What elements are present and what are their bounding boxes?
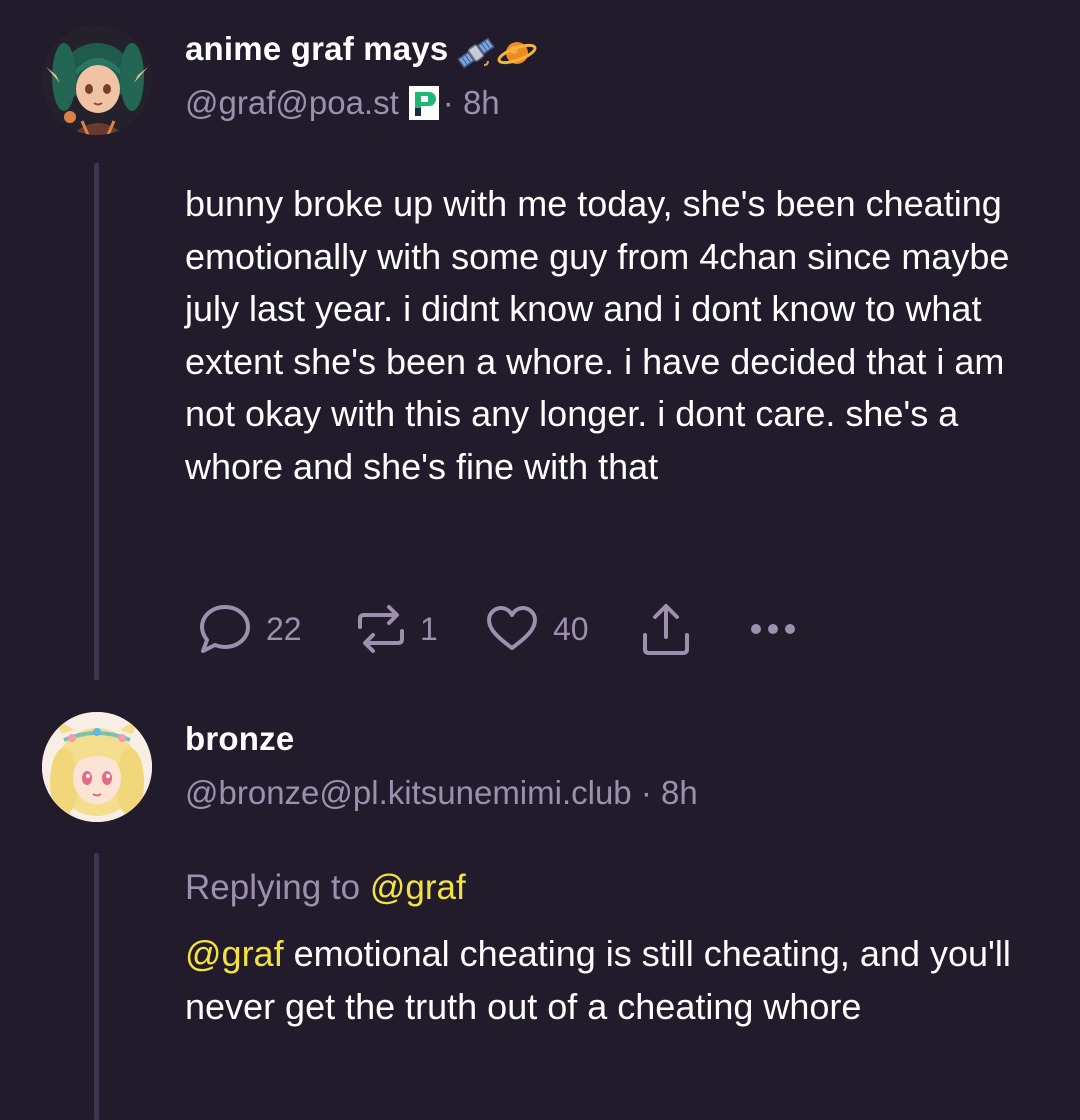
- pleroma-p-icon: [408, 86, 439, 128]
- avatar[interactable]: [42, 712, 152, 822]
- thread-line: [94, 853, 99, 1120]
- status-post: bronze @bronze@pl.kitsunemimi.club · 8h …: [0, 700, 1080, 1120]
- account-handle-row[interactable]: @graf@poa.st · 8h: [185, 84, 500, 128]
- status-content: @graf emotional cheating is still cheati…: [185, 928, 1045, 1033]
- display-name[interactable]: bronze: [185, 720, 294, 758]
- reply-button[interactable]: 22: [198, 601, 302, 657]
- separator-dot: ·: [640, 774, 652, 811]
- status-content: bunny broke up with me today, she's been…: [185, 183, 1010, 487]
- account-handle: @bronze@pl.kitsunemimi.club: [185, 774, 632, 811]
- share-upload-icon: [643, 604, 689, 655]
- share-button[interactable]: [639, 601, 693, 657]
- ringed-planet-emoji-icon: [497, 41, 537, 65]
- more-button[interactable]: [748, 601, 798, 657]
- heart-icon: [487, 606, 537, 650]
- replying-to: Replying to @graf: [185, 868, 466, 908]
- separator-dot: ·: [442, 84, 454, 121]
- like-button[interactable]: 40: [485, 601, 589, 657]
- status-content-text: emotional cheating is still cheating, an…: [185, 933, 1011, 1027]
- speech-bubble-icon: [200, 605, 250, 653]
- mention-link[interactable]: @graf: [185, 933, 284, 974]
- ellipsis-icon: [751, 624, 795, 634]
- boost-count: 1: [420, 610, 438, 647]
- replying-to-mention-link[interactable]: @graf: [370, 868, 466, 907]
- anime-elf-avatar-icon: [42, 25, 152, 135]
- anime-blonde-avatar-icon: [42, 712, 152, 822]
- timestamp[interactable]: 8h: [661, 774, 698, 811]
- display-name-text: bronze: [185, 720, 295, 757]
- avatar[interactable]: [42, 25, 152, 135]
- display-name[interactable]: anime graf mays: [185, 30, 538, 71]
- name-emojis: [456, 32, 538, 71]
- repeat-icon: [358, 605, 404, 653]
- satellite-emoji-icon: [457, 37, 496, 69]
- thread-line: [94, 163, 99, 680]
- display-name-text: anime graf mays: [185, 30, 449, 67]
- replying-to-label: Replying to: [185, 868, 361, 907]
- reply-count: 22: [266, 610, 302, 647]
- timestamp[interactable]: 8h: [463, 84, 500, 121]
- account-handle-row[interactable]: @bronze@pl.kitsunemimi.club · 8h: [185, 774, 698, 812]
- boost-button[interactable]: 1: [356, 601, 438, 657]
- status-post: anime graf mays @graf@poa.st · 8h bunny …: [0, 0, 1080, 690]
- like-count: 40: [553, 610, 589, 647]
- account-handle: @graf@poa.st: [185, 84, 399, 121]
